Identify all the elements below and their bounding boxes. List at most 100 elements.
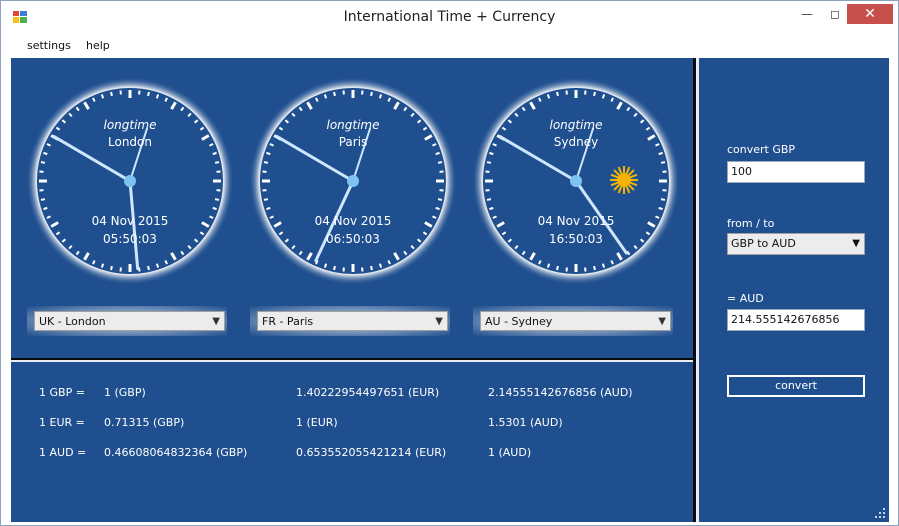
clock-tick [435, 206, 440, 211]
timezone-select-sydney[interactable]: AU - Sydney ▼ [480, 311, 671, 331]
rate-cell: 1 (EUR) [296, 416, 338, 429]
clock-tick [378, 263, 383, 268]
app-window: International Time + Currency — ◻ ✕ sett… [0, 0, 899, 526]
fromto-label: from / to [727, 217, 775, 230]
clock-tick [378, 94, 383, 99]
rate-cell: 0.653552055421214 (EUR) [296, 446, 447, 459]
clock-tick [556, 265, 559, 271]
rate-cell: 1.5301 (AUD) [488, 416, 563, 429]
clock-tick [40, 198, 46, 201]
clock-tick [489, 151, 494, 156]
amount-label: convert GBP [727, 143, 796, 156]
minimize-button[interactable]: — [796, 4, 818, 24]
result-label: = AUD [727, 292, 764, 305]
rates-panel: 1 GBP = 1 (GBP) 1.40222954497651 (EUR) 2… [11, 362, 693, 522]
rate-row-label: 1 GBP = [39, 386, 85, 399]
timezone-select-paris[interactable]: FR - Paris ▼ [257, 311, 448, 331]
clock-tick [546, 263, 551, 268]
rate-row-label: 1 EUR = [39, 416, 85, 429]
clock-tick [155, 94, 160, 99]
rate-cell: 1 (AUD) [488, 446, 532, 459]
clock-tick [658, 206, 663, 211]
clock-tick [263, 161, 269, 164]
menu-settings[interactable]: settings [27, 39, 71, 52]
clock-format: longtime [103, 118, 157, 132]
clock-hub [124, 175, 136, 187]
clock-tick [100, 94, 105, 99]
clock-face [472, 77, 680, 285]
clock-hub [347, 175, 359, 187]
clock-face [249, 77, 457, 285]
clock-city: Paris [338, 135, 368, 149]
clock-tick [593, 91, 596, 97]
sun-disc [617, 173, 631, 187]
clock-city: Sydney [553, 135, 599, 149]
close-button[interactable]: ✕ [847, 4, 893, 24]
clock-tick [333, 91, 336, 97]
clock-date: 04 Nov 2015 [314, 214, 392, 228]
timezone-select-wrap: AU - Sydney ▼ [473, 306, 673, 336]
clock-time: 05:50:03 [103, 232, 157, 246]
clock-tick [212, 206, 217, 211]
timezone-select-wrap: FR - Paris ▼ [250, 306, 450, 336]
clock-date: 04 Nov 2015 [91, 214, 169, 228]
chevron-down-icon: ▼ [212, 316, 220, 327]
result-field[interactable]: 214.555142676856 [727, 309, 865, 331]
clock-tick [100, 263, 105, 268]
converter-panel: convert GBP 100 from / to GBP to AUD ▼ =… [699, 58, 889, 522]
clock-tick [660, 161, 666, 164]
clock-london: longtime London 04 Nov 2015 05:50:03 [25, 76, 235, 286]
clock-tick [147, 91, 150, 97]
clock-tick [546, 94, 551, 99]
clock-tick [333, 265, 336, 271]
rate-cell: 0.71315 (GBP) [104, 416, 185, 429]
fromto-select[interactable]: GBP to AUD ▼ [727, 233, 865, 255]
clock-hub [570, 175, 582, 187]
timezone-select-london[interactable]: UK - London ▼ [34, 311, 225, 331]
convert-button[interactable]: convert [727, 375, 865, 397]
clock-tick [370, 265, 373, 271]
client-area: longtime London 04 Nov 2015 05:50:03 lon… [1, 57, 898, 525]
title-bar[interactable]: International Time + Currency — ◻ ✕ [1, 1, 898, 35]
chevron-down-icon: ▼ [658, 316, 666, 327]
rate-cell: 2.14555142676856 (AUD) [488, 386, 633, 399]
timezone-select-wrap: UK - London ▼ [27, 306, 227, 336]
clock-tick [601, 94, 606, 99]
clock-tick [437, 161, 443, 164]
menu-help[interactable]: help [86, 39, 110, 52]
clock-tick [110, 265, 113, 271]
timezone-select-value: UK - London [39, 315, 106, 328]
clock-tick [370, 91, 373, 97]
clock-tick [266, 206, 271, 211]
clock-tick [486, 198, 492, 201]
clock-tick [214, 161, 220, 164]
clock-format: longtime [326, 118, 380, 132]
clock-tick [486, 161, 492, 164]
fromto-select-value: GBP to AUD [731, 237, 796, 250]
clock-tick [323, 94, 328, 99]
resize-grip-icon[interactable] [875, 508, 885, 518]
clock-tick [266, 151, 271, 156]
chevron-down-icon: ▼ [435, 316, 443, 327]
clock-city: London [108, 135, 152, 149]
chevron-down-icon: ▼ [852, 238, 860, 249]
clock-tick [658, 151, 663, 156]
clock-tick [489, 206, 494, 211]
clock-date: 04 Nov 2015 [537, 214, 615, 228]
clock-tick [437, 198, 443, 201]
clock-tick [212, 151, 217, 156]
clock-tick [43, 151, 48, 156]
window-title: International Time + Currency [343, 9, 556, 25]
clock-tick [110, 91, 113, 97]
amount-input[interactable]: 100 [727, 161, 865, 183]
clock-panel: longtime London 04 Nov 2015 05:50:03 lon… [11, 58, 693, 358]
clock-tick [593, 265, 596, 271]
maximize-button[interactable]: ◻ [824, 4, 846, 24]
clock-time: 16:50:03 [549, 232, 603, 246]
clock-tick [214, 198, 220, 201]
sun-icon [610, 166, 638, 194]
clock-format: longtime [549, 118, 603, 132]
clock-face [26, 77, 234, 285]
rate-cell: 1 (GBP) [104, 386, 146, 399]
timezone-select-value: FR - Paris [262, 315, 314, 328]
